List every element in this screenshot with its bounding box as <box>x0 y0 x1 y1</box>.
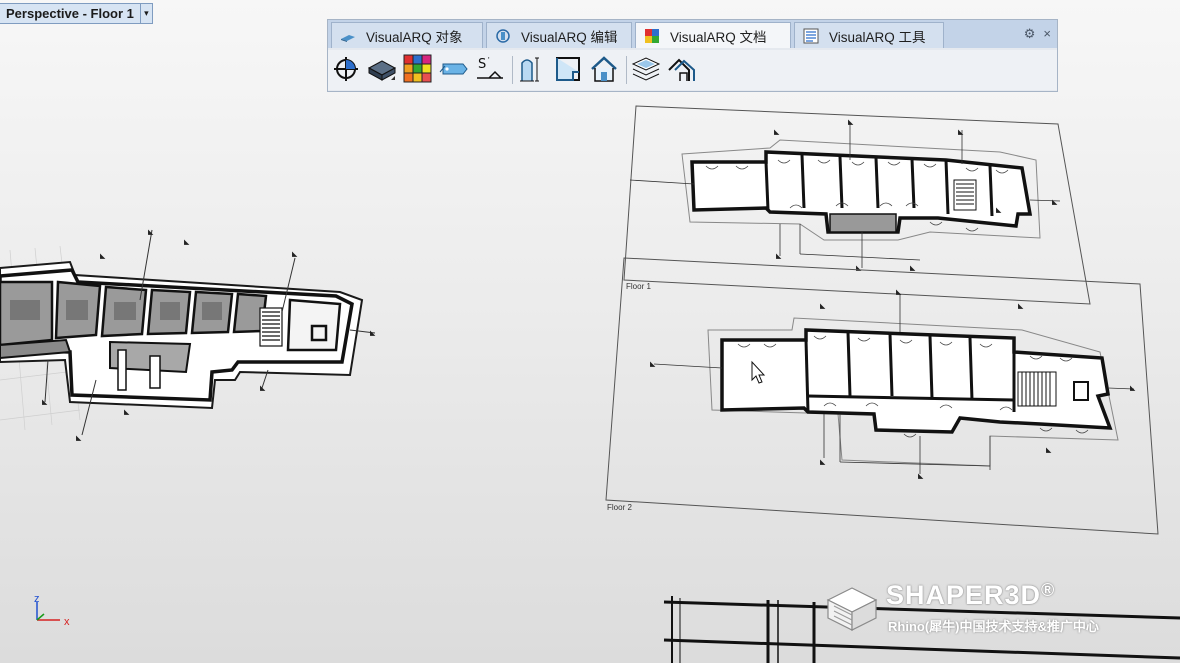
viewport-canvas[interactable]: ◣ ◣ ◣ ◣ ◣ ◣ ◣ ◣ ◣ ◣◣◣ ◣◣ ◣ ◣◣ Floor 1 ◣◣◣ ◣◣◣ … <box>0 0 1180 663</box>
tab-visualarq-objects[interactable]: VisualARQ 对象 <box>331 22 483 48</box>
toolbar-separator <box>626 56 627 84</box>
tab-visualarq-edit[interactable]: VisualARQ 编辑 <box>486 22 632 48</box>
tab-label: VisualARQ 编辑 <box>521 29 618 45</box>
level-house-icon[interactable] <box>667 54 697 84</box>
svg-text:◣: ◣ <box>1052 199 1058 206</box>
tab-visualarq-tools[interactable]: VisualARQ 工具 <box>794 22 944 48</box>
elevation-icon[interactable]: S ' <box>475 54 505 84</box>
svg-text:◣: ◣ <box>260 385 266 392</box>
list-icon <box>803 28 819 43</box>
levels-icon[interactable] <box>631 54 661 84</box>
floor2-label: Floor 2 <box>607 503 632 512</box>
plan-view-icon[interactable] <box>367 54 397 84</box>
edit-icon <box>496 28 510 43</box>
svg-text:◣: ◣ <box>1046 447 1052 454</box>
tag-icon[interactable] <box>439 54 469 84</box>
visualarq-toolbar-panel: VisualARQ 对象 VisualARQ 编辑 VisualARQ 文档 V… <box>327 19 1058 92</box>
svg-text:◣: ◣ <box>76 435 82 442</box>
svg-text:◣: ◣ <box>148 229 154 236</box>
brand-subtitle: Rhino(犀牛)中国技术支持&推广中心 <box>888 619 1099 634</box>
toolbar-separator <box>512 56 513 84</box>
svg-text:◣: ◣ <box>100 253 106 260</box>
floor1-label: Floor 1 <box>626 282 651 291</box>
svg-text:': ' <box>488 56 490 65</box>
svg-text:◣: ◣ <box>292 251 298 258</box>
svg-text:◣: ◣ <box>958 129 964 136</box>
tab-label: VisualARQ 工具 <box>829 29 926 45</box>
svg-text:◣: ◣ <box>856 265 862 272</box>
svg-text:◣: ◣ <box>370 330 376 337</box>
svg-text:◣: ◣ <box>820 459 826 466</box>
viewport-title-text: Perspective - Floor 1 <box>6 6 134 21</box>
svg-text:◣: ◣ <box>650 361 656 368</box>
room-boundary-icon[interactable] <box>553 54 583 84</box>
svg-text:◣: ◣ <box>42 399 48 406</box>
tab-bar: VisualARQ 对象 VisualARQ 编辑 VisualARQ 文档 V… <box>328 20 1057 48</box>
svg-text:◣: ◣ <box>820 303 826 310</box>
floor1-sheet: ◣ ◣ ◣ ◣ ◣ ◣ ◣ ◣ Floor 1 <box>623 105 1091 305</box>
panel-controls: ⚙ × <box>1024 26 1051 42</box>
axis-x-label: x <box>64 616 70 628</box>
svg-text:◣: ◣ <box>776 253 782 260</box>
section-target-icon[interactable] <box>331 54 361 84</box>
axis-gizmo: x z <box>30 592 80 632</box>
viewport-menu-button[interactable]: ▾ <box>139 4 152 23</box>
brand-text: SHAPER3D® <box>886 580 1056 610</box>
svg-text:◣: ◣ <box>848 119 854 126</box>
svg-text:◣: ◣ <box>1130 385 1136 392</box>
svg-text:S: S <box>478 57 486 72</box>
svg-text:◣: ◣ <box>774 129 780 136</box>
color-palette-icon[interactable] <box>403 54 433 84</box>
cube-logo-icon <box>826 587 878 631</box>
gear-icon[interactable]: ⚙ <box>1024 26 1036 42</box>
floor2-sheet: ◣ ◣ ◣ ◣ ◣ ◣ ◣ ◣ Floor 2 <box>605 257 1159 535</box>
svg-text:◣: ◣ <box>1018 303 1024 310</box>
toolbar-row: S ' <box>328 50 1057 90</box>
shaper3d-watermark: SHAPER3D® Rhino(犀牛)中国技术支持&推广中心 <box>822 580 1152 636</box>
svg-text:◣: ◣ <box>896 289 902 296</box>
close-icon[interactable]: × <box>1043 26 1051 42</box>
wall-icon <box>341 34 355 42</box>
door-dimension-icon[interactable] <box>517 54 547 84</box>
svg-text:◣: ◣ <box>996 207 1002 214</box>
tab-label: VisualARQ 文档 <box>670 29 767 45</box>
tab-visualarq-documentation[interactable]: VisualARQ 文档 <box>635 22 791 48</box>
house-icon[interactable] <box>589 54 619 84</box>
svg-text:◣: ◣ <box>910 265 916 272</box>
perspective-floor-plan: ◣ ◣ ◣ ◣ ◣ ◣ ◣ ◣ ◣ <box>0 229 376 442</box>
svg-text:◣: ◣ <box>184 239 190 246</box>
color-grid-icon <box>645 28 659 43</box>
svg-text:◣: ◣ <box>918 473 924 480</box>
viewport-title[interactable]: Perspective - Floor 1 ▾ <box>0 3 153 24</box>
tab-label: VisualARQ 对象 <box>366 29 463 45</box>
axis-z-label: z <box>34 593 40 605</box>
chevron-down-icon: ▾ <box>144 8 149 18</box>
svg-text:◣: ◣ <box>124 409 130 416</box>
perspective-viewport[interactable]: ◣ ◣ ◣ ◣ ◣ ◣ ◣ ◣ ◣ ◣ ◣ ◣ ◣ ◣ ◣ ◣ ◣ Floor … <box>0 0 1180 663</box>
